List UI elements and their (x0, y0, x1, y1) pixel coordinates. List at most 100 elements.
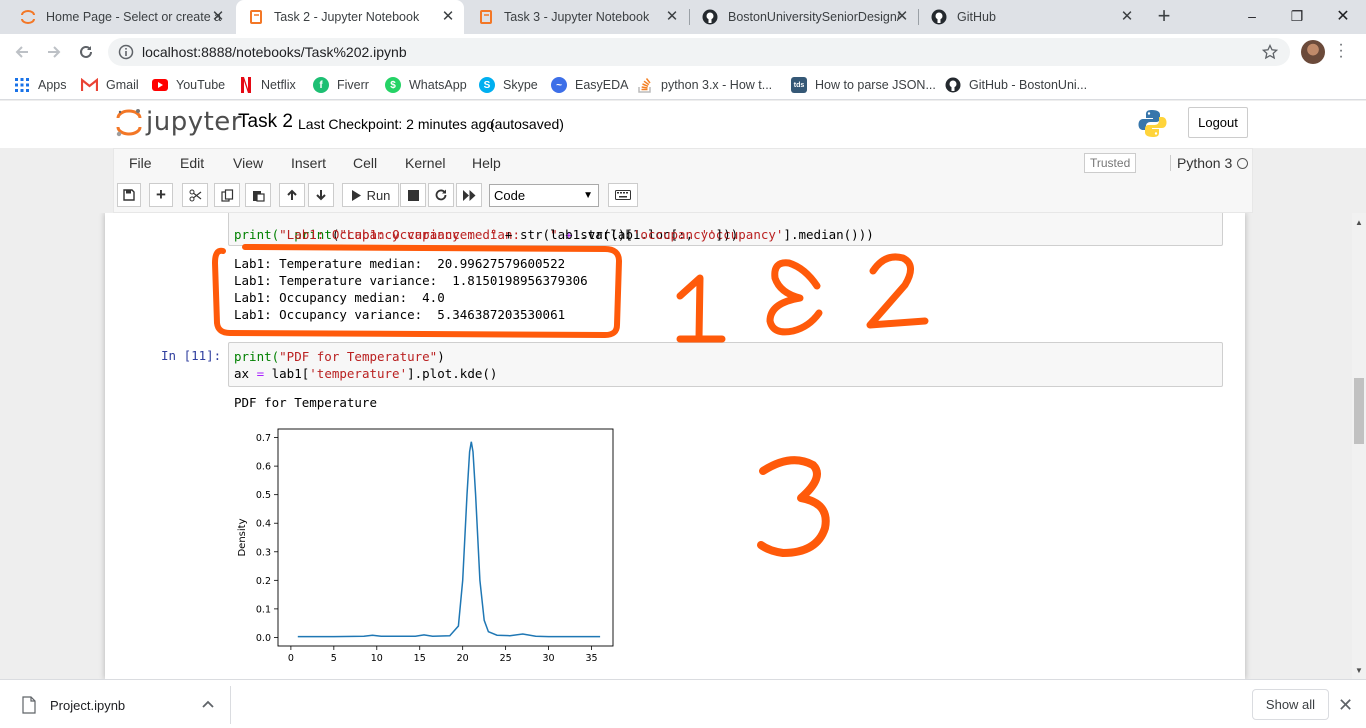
restart-icon (435, 189, 447, 201)
netflix-icon (241, 77, 251, 93)
bookmark-apps[interactable]: Apps (14, 76, 67, 94)
bookmark-stackoverflow[interactable]: python 3.x - How t... (637, 76, 772, 94)
scrollbar-thumb[interactable] (1354, 378, 1364, 444)
forward-button[interactable] (42, 40, 66, 64)
autosave-status: (autosaved) (490, 116, 564, 132)
arrow-right-icon (48, 46, 61, 58)
menu-file[interactable]: File (129, 155, 152, 171)
interrupt-button[interactable] (400, 183, 426, 207)
tab-home-page[interactable]: Home Page - Select or create a ✕ (8, 0, 234, 34)
bookmark-label: How to parse JSON... (815, 78, 936, 92)
checkpoint-status: Last Checkpoint: 2 minutes ago (298, 116, 495, 132)
save-button[interactable] (117, 183, 141, 207)
bookmark-youtube[interactable]: YouTube (152, 76, 225, 94)
move-down-button[interactable] (308, 183, 334, 207)
stackoverflow-icon (638, 78, 651, 93)
bookmark-easyeda[interactable]: ~ EasyEDA (551, 76, 629, 94)
tab-task-3[interactable]: Task 3 - Jupyter Notebook ✕ (466, 0, 688, 34)
plus-icon: + (156, 185, 166, 204)
notebook-container: print("Lab1: Occupancy median: " + str(l… (105, 213, 1245, 679)
download-item[interactable]: Project.ipynb (14, 690, 230, 720)
bookmark-skype[interactable]: S Skype (479, 76, 538, 94)
copy-icon (220, 188, 233, 202)
tab-github-seniordesign[interactable]: BostonUniversitySeniorDesign/ ✕ (690, 0, 918, 34)
menu-insert[interactable]: Insert (291, 155, 326, 171)
bookmark-tds[interactable]: tds How to parse JSON... (791, 76, 936, 94)
window-close-button[interactable]: ✕ (1320, 0, 1366, 32)
tab-label: Task 3 - Jupyter Notebook (504, 10, 650, 24)
jupyter-logo-text[interactable]: jupyter (146, 107, 242, 137)
reload-button[interactable] (74, 40, 98, 64)
insert-cell-button[interactable]: + (149, 183, 173, 207)
whatsapp-icon: $ (385, 77, 401, 93)
close-icon[interactable]: ✕ (1338, 695, 1353, 716)
bookmark-whatsapp[interactable]: $ WhatsApp (385, 76, 467, 94)
file-icon (22, 696, 36, 714)
bookmark-label: YouTube (176, 78, 226, 92)
logout-button[interactable]: Logout (1188, 107, 1248, 138)
cell-type-select[interactable]: Code ▼ (489, 184, 599, 207)
bookmark-fiverr[interactable]: f Fiverr (313, 76, 369, 94)
github-icon (945, 77, 961, 93)
back-button[interactable] (10, 40, 34, 64)
tab-label: BostonUniversitySeniorDesign/ (728, 10, 901, 24)
close-icon[interactable]: ✕ (664, 9, 680, 25)
restart-button[interactable] (428, 183, 454, 207)
more-menu-icon[interactable]: · · · (1336, 37, 1346, 65)
restart-run-all-button[interactable] (456, 183, 482, 207)
menu-cell[interactable]: Cell (353, 155, 377, 171)
tab-label: Task 2 - Jupyter Notebook (274, 10, 420, 24)
command-palette-button[interactable] (608, 183, 638, 207)
menu-kernel[interactable]: Kernel (405, 155, 445, 171)
trusted-badge[interactable]: Trusted (1084, 153, 1137, 173)
jupyter-logo-icon[interactable] (116, 108, 142, 138)
avatar[interactable] (1301, 40, 1325, 64)
menu-view[interactable]: View (233, 155, 263, 171)
show-all-button[interactable]: Show all (1252, 689, 1329, 720)
github-icon (702, 9, 718, 25)
url-text[interactable]: localhost:8888/notebooks/Task%202.ipynb (142, 44, 407, 60)
address-bar[interactable]: localhost:8888/notebooks/Task%202.ipynb (108, 38, 1290, 66)
close-icon[interactable]: ✕ (210, 9, 226, 25)
move-up-button[interactable] (279, 183, 305, 207)
info-icon[interactable] (118, 44, 134, 60)
chevron-up-icon[interactable] (202, 700, 214, 708)
menu-help[interactable]: Help (472, 155, 501, 171)
new-tab-button[interactable]: + (1152, 5, 1176, 29)
browser-toolbar: localhost:8888/notebooks/Task%202.ipynb … (0, 34, 1366, 70)
restore-button[interactable]: ❐ (1274, 0, 1320, 32)
bookmarks-bar: Apps Gmail YouTube Netflix f Fiverr $ Wh… (0, 70, 1366, 100)
cut-button[interactable] (182, 183, 208, 207)
tab-label: GitHub (957, 10, 996, 24)
notebook-title[interactable]: Task 2 (238, 111, 293, 133)
bookmark-netflix[interactable]: Netflix (240, 76, 296, 94)
close-icon[interactable]: ✕ (894, 9, 910, 25)
vertical-scrollbar[interactable]: ▲ ▼ (1352, 213, 1366, 679)
bookmark-label: python 3.x - How t... (661, 78, 773, 92)
menu-edit[interactable]: Edit (180, 155, 204, 171)
fiverr-icon: f (313, 77, 329, 93)
scroll-down-icon[interactable]: ▼ (1355, 666, 1363, 675)
kernel-name: Python 3 (1170, 155, 1232, 171)
notebook-toolbar: + Run Code ▼ (113, 178, 1253, 213)
close-icon[interactable]: ✕ (440, 9, 456, 25)
apps-grid-icon (15, 78, 29, 92)
downloads-bar: Project.ipynb Show all ✕ (0, 679, 1366, 728)
tab-label: Home Page - Select or create a (46, 10, 222, 24)
bookmark-label: Gmail (106, 78, 139, 92)
tab-github[interactable]: GitHub ✕ (919, 0, 1143, 34)
minimize-button[interactable]: – (1229, 0, 1275, 32)
copy-button[interactable] (214, 183, 240, 207)
star-icon[interactable] (1262, 44, 1278, 60)
close-icon[interactable]: ✕ (1119, 9, 1135, 25)
tab-task-2[interactable]: Task 2 - Jupyter Notebook ✕ (236, 0, 464, 34)
reload-icon (80, 45, 92, 58)
scroll-up-icon[interactable]: ▲ (1355, 218, 1363, 227)
scissors-icon (189, 189, 201, 201)
run-button[interactable]: Run (342, 183, 399, 207)
bookmark-gmail[interactable]: Gmail (81, 76, 139, 94)
save-icon (123, 189, 135, 201)
bookmark-github[interactable]: GitHub - BostonUni... (945, 76, 1087, 94)
paste-button[interactable] (245, 183, 271, 207)
youtube-icon (152, 79, 168, 91)
